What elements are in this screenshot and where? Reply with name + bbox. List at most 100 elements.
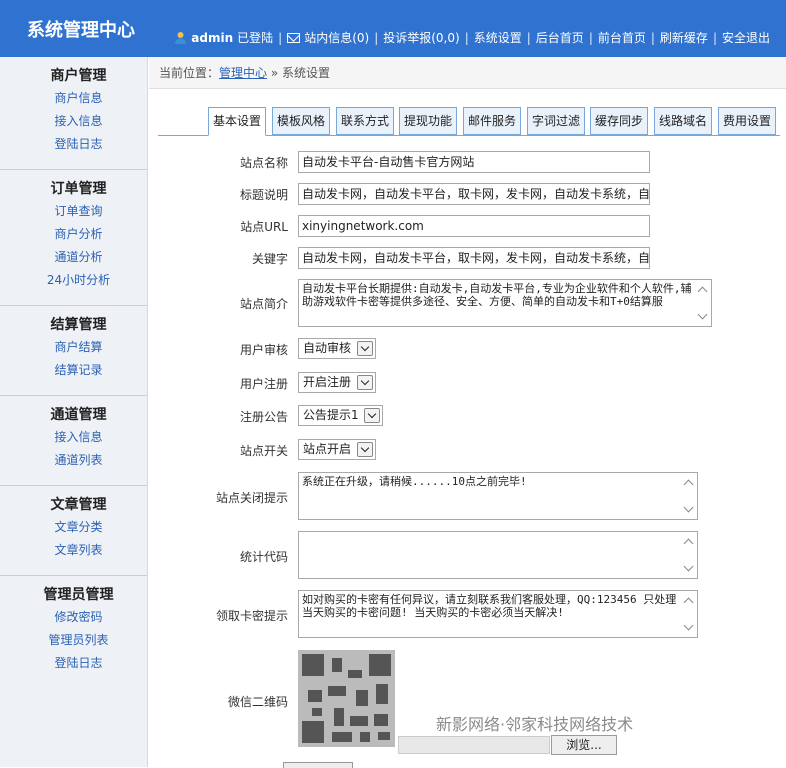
browse-button[interactable]: 浏览... (551, 735, 617, 755)
select-value: 站点开启 (303, 442, 352, 456)
top-header: 系统管理中心 admin 已登陆 | 站内信息(0) | 投诉举报(0,0) |… (0, 0, 786, 57)
field-label: 站点简介 (239, 297, 288, 311)
select-value: 自动审核 (303, 341, 352, 355)
tab-basic[interactable]: 基本设置 (208, 107, 266, 136)
nav-separator: | (712, 30, 717, 45)
sidebar-group-channel: 通道管理 接入信息 通道列表 (0, 396, 147, 486)
breadcrumb-link-admin-center[interactable]: 管理中心 (219, 66, 267, 80)
form-row-stats-code: 统计代码 (160, 531, 780, 579)
user-register-select[interactable]: 开启注册 (298, 372, 376, 393)
sidebar-item-change-password[interactable]: 修改密码 (10, 606, 147, 629)
field-label: 站点名称 (239, 156, 288, 170)
scroll-down-icon (683, 620, 694, 631)
form-row-site-intro: 站点简介 自动发卡平台长期提供:自动发卡,自动发卡平台,专业为企业软件和个人软件… (160, 279, 780, 327)
file-path-field[interactable] (398, 736, 550, 754)
scrollbar[interactable] (682, 474, 696, 518)
form-row-close-tip: 站点关闭提示 系统正在升级，请稍候......10点之前完毕! (160, 472, 780, 520)
tab-cache-sync[interactable]: 缓存同步 (590, 107, 648, 135)
front-home-link[interactable]: 前台首页 (598, 29, 646, 46)
sidebar-item-admin-login-log[interactable]: 登陆日志 (10, 652, 147, 675)
site-url-input[interactable]: xinyingnetwork.com (298, 215, 650, 237)
reports-link[interactable]: 投诉举报(0,0) (383, 29, 459, 46)
scrollbar[interactable] (682, 592, 696, 636)
logout-link[interactable]: 安全退出 (722, 29, 770, 46)
nav-separator: | (650, 30, 655, 45)
site-name-input[interactable]: 自动发卡平台-自动售卡官方网站 (298, 151, 650, 173)
sidebar-item-24h-analysis[interactable]: 24小时分析 (10, 269, 147, 292)
sidebar-item-login-log[interactable]: 登陆日志 (10, 133, 147, 156)
scroll-down-icon (683, 561, 694, 572)
sidebar-group-article: 文章管理 文章分类 文章列表 (0, 486, 147, 576)
scroll-up-icon (683, 479, 694, 490)
sidebar-item-article-list[interactable]: 文章列表 (10, 539, 147, 562)
nav-separator: | (526, 30, 531, 45)
site-intro-textarea[interactable]: 自动发卡平台长期提供:自动发卡,自动发卡平台,专业为企业软件和个人软件,辅助游戏… (298, 279, 712, 327)
settings-link[interactable]: 系统设置 (474, 29, 522, 46)
form-row-user-register: 用户注册 开启注册 (160, 372, 780, 393)
sidebar-group-title: 管理员管理 (43, 587, 114, 603)
sidebar-group-title: 通道管理 (50, 407, 107, 423)
scroll-up-icon (697, 286, 708, 297)
register-notice-select[interactable]: 公告提示1 (298, 405, 383, 426)
sidebar-item-admin-list[interactable]: 管理员列表 (10, 629, 147, 652)
site-switch-select[interactable]: 站点开启 (298, 439, 376, 460)
sidebar-item-channel-access[interactable]: 接入信息 (10, 426, 147, 449)
admin-home-link[interactable]: 后台首页 (536, 29, 584, 46)
sidebar-item-merchant-analysis[interactable]: 商户分析 (10, 223, 147, 246)
sidebar-item-merchant-info[interactable]: 商户信息 (10, 87, 147, 110)
sidebar-item-settlement-records[interactable]: 结算记录 (10, 359, 147, 382)
wechat-qr-image (298, 650, 395, 747)
breadcrumb-prefix: 当前位置： (159, 66, 220, 80)
form-row-card-tip: 领取卡密提示 如对购买的卡密有任何异议，请立刻联系我们客服处理，QQ:12345… (160, 590, 780, 638)
tab-word-filter[interactable]: 字词过滤 (527, 107, 585, 135)
sidebar-item-channel-analysis[interactable]: 通道分析 (10, 246, 147, 269)
submit-button[interactable] (283, 762, 353, 768)
sidebar-item-access-info[interactable]: 接入信息 (10, 110, 147, 133)
tab-mail[interactable]: 邮件服务 (463, 107, 521, 135)
sidebar-item-article-category[interactable]: 文章分类 (10, 516, 147, 539)
sidebar-group-merchant: 商户管理 商户信息 接入信息 登陆日志 (0, 57, 147, 170)
form-row-site-url: 站点URL xinyingnetwork.com (160, 215, 780, 237)
tab-contact[interactable]: 联系方式 (336, 107, 394, 135)
sidebar-item-merchant-settlement[interactable]: 商户结算 (10, 336, 147, 359)
tab-withdraw[interactable]: 提现功能 (399, 107, 457, 135)
keywords-input[interactable]: 自动发卡网，自动发卡平台，取卡网，发卡网，自动发卡系统，自 (298, 247, 650, 269)
stats-code-textarea[interactable] (298, 531, 698, 579)
field-label: 注册公告 (239, 410, 288, 424)
messages-link[interactable]: 站内信息(0) (304, 29, 369, 46)
chevron-down-icon (357, 375, 373, 390)
sidebar-group-title: 订单管理 (50, 181, 107, 197)
sidebar-item-order-query[interactable]: 订单查询 (10, 200, 147, 223)
mail-icon (287, 32, 301, 43)
form-row-wechat-qr: 微信二维码 (160, 693, 780, 711)
site-intro-text: 自动发卡平台长期提供:自动发卡,自动发卡平台,专业为企业软件和个人软件,辅助游戏… (302, 282, 692, 308)
scrollbar[interactable] (696, 281, 710, 325)
field-label: 统计代码 (239, 550, 288, 564)
user-review-select[interactable]: 自动审核 (298, 338, 376, 359)
sidebar-group-title: 文章管理 (50, 497, 107, 513)
close-tip-textarea[interactable]: 系统正在升级，请稍候......10点之前完毕! (298, 472, 698, 520)
form-row-title-desc: 标题说明 自动发卡网，自动发卡平台，取卡网，发卡网，自动发卡系统，自 (160, 183, 780, 205)
form-row-site-name: 站点名称 自动发卡平台-自动售卡官方网站 (160, 151, 780, 173)
card-tip-textarea[interactable]: 如对购买的卡密有任何异议，请立刻联系我们客服处理，QQ:123456 只处理当天… (298, 590, 698, 638)
breadcrumb-current: » 系统设置 (270, 66, 331, 80)
nav-separator: | (464, 30, 469, 45)
field-label: 标题说明 (239, 188, 288, 202)
sidebar-group-order: 订单管理 订单查询 商户分析 通道分析 24小时分析 (0, 170, 147, 306)
title-desc-input[interactable]: 自动发卡网，自动发卡平台，取卡网，发卡网，自动发卡系统，自 (298, 183, 650, 205)
tab-line-domain[interactable]: 线路域名 (654, 107, 712, 135)
sidebar: 商户管理 商户信息 接入信息 登陆日志 订单管理 订单查询 商户分析 通道分析 … (0, 57, 148, 767)
top-nav: admin 已登陆 | 站内信息(0) | 投诉举报(0,0) | 系统设置 |… (174, 29, 770, 46)
tab-fee[interactable]: 费用设置 (718, 107, 776, 135)
scroll-down-icon (683, 502, 694, 513)
form-row-site-switch: 站点开关 站点开启 (160, 439, 780, 460)
field-label: 站点开关 (239, 444, 288, 458)
refresh-cache-link[interactable]: 刷新缓存 (660, 29, 708, 46)
field-label: 关键字 (251, 252, 288, 266)
nav-separator: | (588, 30, 593, 45)
scrollbar[interactable] (682, 533, 696, 577)
sidebar-item-channel-list[interactable]: 通道列表 (10, 449, 147, 472)
app-title: 系统管理中心 (27, 20, 135, 41)
tab-template[interactable]: 模板风格 (272, 107, 330, 135)
scroll-down-icon (697, 309, 708, 320)
